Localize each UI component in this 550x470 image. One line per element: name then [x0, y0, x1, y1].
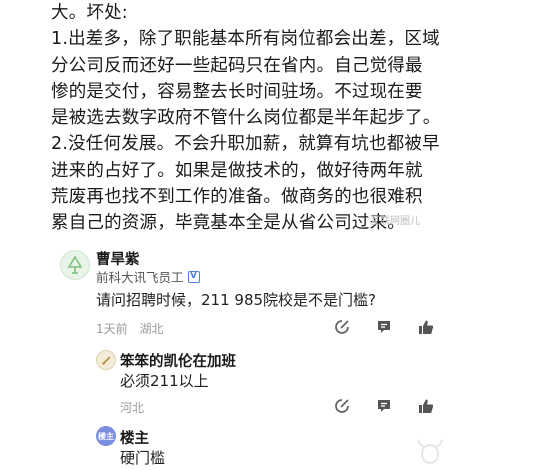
post-line: 1.出差多，除了职能基本所有岗位都会出差，区域 — [51, 29, 440, 50]
comment: 曹旱紫 前科大讯飞员工 V 请问招聘时候，211 985院校是不是门槛? 1天前… — [0, 248, 550, 338]
reply-comment: 笨笨的凯伦在加班 必须211以上 河北 — [0, 348, 550, 418]
post-line: 大。坏处: — [51, 3, 128, 23]
post-line: 荒废再也找不到工作的准备。做商务的也很难积 — [51, 187, 423, 208]
comment-text: 必须211以上 — [120, 372, 209, 390]
comment-text: 硬门槛 — [120, 449, 166, 467]
post-body: 大。坏处: 1.出差多，除了职能基本所有岗位都会出差，区域 分公司反而还好一些起… — [51, 0, 539, 237]
post-line: 累自己的资源，毕竟基本全是从省公司过来。 — [51, 213, 405, 234]
post-line: 是被选去数字政府不管什么岗位都是半年起步了。 — [51, 108, 441, 129]
thumbs-up-icon[interactable] — [418, 319, 434, 335]
commenter-name[interactable]: 曹旱紫 — [96, 248, 140, 269]
post-line: 2.没任何发展。不会升职加薪，就算有坑也都被早 — [51, 134, 440, 155]
avatar[interactable] — [96, 350, 116, 370]
post-line: 分公司反而还好一些起码只在省内。自己觉得最 — [51, 55, 423, 76]
bull-logo-icon — [417, 439, 443, 464]
verified-icon: V — [187, 270, 200, 283]
commenter-name[interactable]: 笨笨的凯伦在加班 — [120, 350, 236, 371]
avatar[interactable] — [60, 250, 90, 280]
edit-icon[interactable] — [334, 398, 350, 414]
commenter-affiliation: 前科大讯飞员工 V — [96, 267, 200, 286]
commenter-name[interactable]: 楼主 — [120, 427, 149, 448]
comment-location: 河北 — [120, 401, 145, 415]
edit-icon[interactable] — [334, 319, 350, 335]
post-line: 进来的占好了。如果是做技术的，做好待两年就 — [51, 160, 423, 181]
comment-location: 湖北 — [139, 322, 164, 336]
comment-meta: 河北 — [120, 399, 152, 416]
comment-icon[interactable] — [376, 398, 392, 414]
reply-comment: 楼主 楼主 硬门槛 — [0, 425, 550, 470]
post-line: 惨的是交付，容易整去长时间驻场。不过现在要 — [51, 81, 423, 102]
comment-time: 1天前 — [96, 322, 128, 336]
thumbs-up-icon[interactable] — [418, 398, 434, 414]
affiliation-text: 前科大讯飞员工 — [96, 270, 184, 285]
op-avatar-text: 楼主 — [98, 431, 114, 441]
tree-icon — [67, 256, 83, 274]
op-avatar[interactable]: 楼主 — [96, 426, 116, 446]
comment-icon[interactable] — [376, 319, 392, 335]
comment-meta: 1天前 湖北 — [96, 320, 171, 337]
comment-text: 请问招聘时候，211 985院校是不是门槛? — [96, 291, 376, 309]
pen-icon — [101, 355, 111, 365]
watermark: 互联网圈儿 — [370, 216, 420, 227]
